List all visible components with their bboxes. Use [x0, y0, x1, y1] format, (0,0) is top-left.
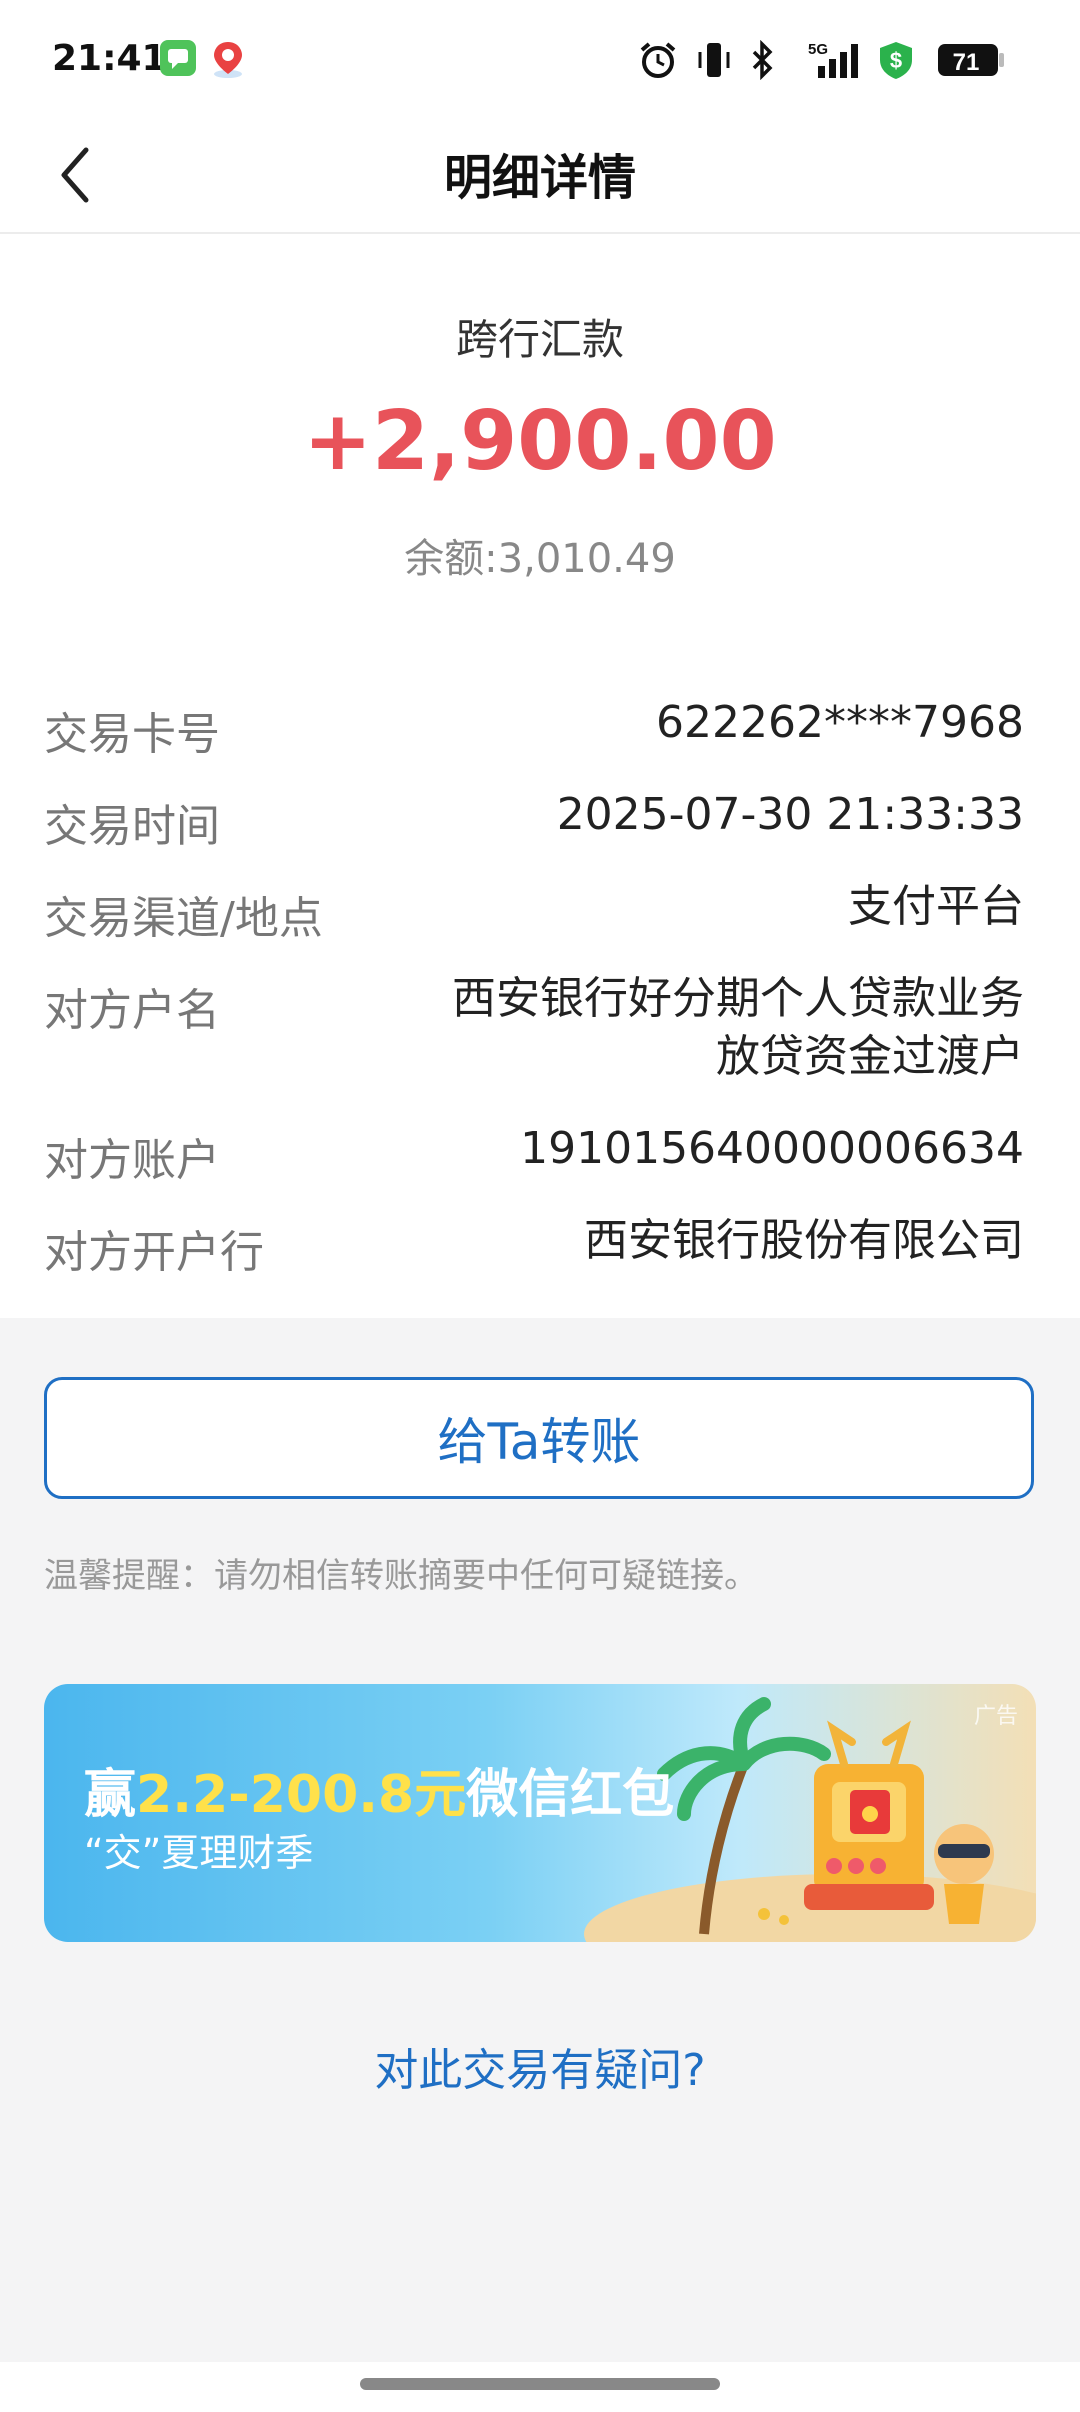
banner-title: 赢2.2-200.8元微信红包	[84, 1752, 674, 1827]
promo-banner[interactable]: 广告 赢2.2-200.8元微信红包 “交”夏理财季	[44, 1684, 1036, 1942]
banner-title-prefix: 赢	[84, 1765, 137, 1825]
transfer-to-payee-button[interactable]: 给Ta转账	[44, 1377, 1034, 1499]
payee-bank-value: 西安银行股份有限公司	[584, 1215, 1024, 1266]
payee-name-label: 对方户名	[44, 985, 220, 1036]
svg-text:$: $	[890, 48, 902, 73]
transaction-time-label: 交易时间	[44, 801, 220, 852]
svg-text:71: 71	[953, 49, 980, 76]
nav-bar: 明细详情	[0, 120, 1080, 234]
status-bar: 21:41 5G $ 71	[0, 0, 1080, 120]
transaction-question-link[interactable]: 对此交易有疑问?	[0, 2034, 1080, 2098]
page-title: 明细详情	[443, 150, 636, 206]
transaction-amount: +2,900.00	[303, 394, 777, 489]
card-number-value: 622262****7968	[656, 697, 1024, 748]
payee-name-value: 西安银行好分期个人贷款业务 放贷资金过渡户	[452, 970, 1024, 1086]
home-indicator[interactable]	[360, 2378, 720, 2390]
vibrate-icon	[696, 40, 732, 84]
payee-name-line1: 西安银行好分期个人贷款业务	[452, 973, 1024, 1024]
battery-icon: 71	[936, 40, 1006, 84]
alarm-icon	[638, 40, 678, 84]
svg-text:5G: 5G	[808, 41, 828, 58]
transaction-type: 跨行汇款	[455, 315, 624, 364]
status-time: 21:41	[52, 38, 167, 79]
transaction-time-value: 2025-07-30 21:33:33	[556, 789, 1024, 840]
security-reminder: 温馨提醒：请勿相信转账摘要中任何可疑链接。	[44, 1556, 758, 1596]
channel-label: 交易渠道/地点	[44, 893, 323, 944]
payee-account-value: 191015640000006634	[520, 1123, 1024, 1174]
transaction-detail-card: 跨行汇款 +2,900.00 余额:3,010.49 交易卡号 622262**…	[0, 234, 1080, 1318]
payee-bank-label: 对方开户行	[44, 1227, 264, 1278]
banner-title-highlight: 2.2-200.8元	[136, 1765, 467, 1825]
ad-tag: 广告	[973, 1704, 1018, 1729]
signal-5g-icon: 5G	[800, 40, 870, 84]
map-app-icon	[210, 40, 246, 84]
card-number-label: 交易卡号	[44, 709, 220, 760]
payee-name-line2: 放贷资金过渡户	[716, 1031, 1024, 1082]
channel-value: 支付平台	[848, 881, 1024, 932]
account-balance: 余额:3,010.49	[404, 536, 676, 582]
bluetooth-icon	[748, 39, 776, 84]
payee-account-label: 对方账户	[44, 1135, 220, 1186]
message-app-icon	[160, 40, 196, 80]
banner-title-suffix: 微信红包	[466, 1765, 675, 1825]
banner-subtitle: “交”夏理财季	[84, 1831, 314, 1875]
security-shield-icon: $	[876, 40, 916, 84]
